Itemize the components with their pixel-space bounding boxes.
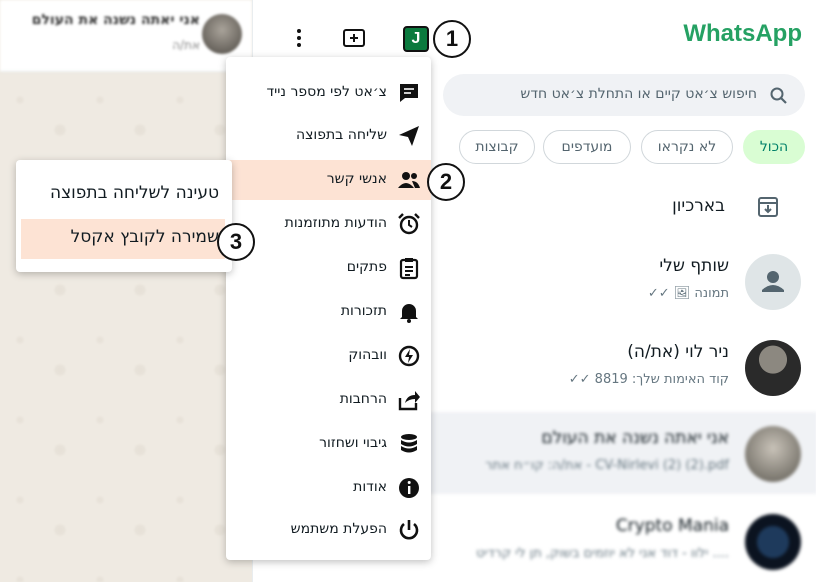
info-icon <box>399 478 419 498</box>
search-bar[interactable]: חיפוש צ׳אט קיים או התחלת צ׳אט חדש <box>443 74 805 116</box>
menu-item-label: צ׳אט לפי מספר נייד <box>266 84 388 100</box>
contacts-submenu: טעינה לשליחה בתפוצה שמירה לקובץ אקסל <box>16 160 232 272</box>
menu-item-label: הפעלת משתמש <box>290 521 387 537</box>
filter-chip-favorites[interactable]: מועדפים <box>543 130 631 164</box>
submenu-item-load-broadcast[interactable]: טעינה לשליחה בתפוצה <box>21 175 225 215</box>
message-icon <box>400 84 418 102</box>
menu-item-reminders[interactable]: תזכורות <box>226 292 431 332</box>
menu-item-broadcast[interactable]: שליחה בתפוצה <box>226 116 431 156</box>
avatar <box>745 514 801 570</box>
menu-item-label: תזכורות <box>340 303 387 319</box>
chat-wallpaper <box>0 0 252 582</box>
filter-chip-all[interactable]: הכול <box>743 130 805 164</box>
menu-item-label: שליחה בתפוצה <box>295 127 387 143</box>
chat-title: שותף שלי <box>659 256 729 276</box>
chat-title: Crypto Mania <box>615 516 729 536</box>
contacts-icon <box>398 172 420 188</box>
step-marker-3: 3 <box>217 223 255 261</box>
menu-item-scheduled-messages[interactable]: הודעות מתוזמנות <box>226 204 431 244</box>
database-icon <box>401 434 417 453</box>
menu-item-notes[interactable]: פתקים <box>226 248 431 288</box>
archived-row[interactable]: בארכיון <box>445 186 816 230</box>
menu-item-label: אודות <box>353 479 387 495</box>
default-person-icon <box>762 271 784 292</box>
menu-item-label: אנשי קשר <box>326 171 387 187</box>
extension-logo-icon[interactable]: J <box>403 26 429 52</box>
search-placeholder: חיפוש צ׳אט קיים או התחלת צ׳אט חדש <box>520 86 757 102</box>
archived-label: בארכיון <box>672 196 725 216</box>
power-icon <box>399 520 419 540</box>
bell-icon <box>400 304 418 323</box>
app-title: WhatsApp <box>683 20 802 47</box>
menu-item-label: וובהוק <box>348 347 387 363</box>
alarm-clock-icon <box>398 213 420 235</box>
conversation-subtitle: את/ה <box>172 38 200 52</box>
submenu-item-save-excel[interactable]: שמירה לקובץ אקסל <box>21 219 225 259</box>
conversation-header[interactable]: אני יאתה נשנה את העולם את/ה <box>0 0 252 72</box>
menu-item-extensions[interactable]: הרחבות <box>226 380 431 420</box>
menu-item-about[interactable]: אודות <box>226 468 431 508</box>
submenu-item-label: טעינה לשליחה בתפוצה <box>49 183 219 203</box>
archive-icon <box>758 197 778 217</box>
menu-item-webhook[interactable]: וובהוק <box>226 336 431 376</box>
step-marker-1: 1 <box>433 20 471 58</box>
kebab-menu-icon[interactable] <box>287 26 311 50</box>
share-icon <box>398 391 420 411</box>
menu-item-chat-by-number[interactable]: צ׳אט לפי מספר נייד <box>226 73 431 113</box>
webhook-icon <box>398 345 420 367</box>
chat-preview: את/ה: קו״ח אתר - CV-Nirlevi (2) (2).pdf <box>485 458 729 473</box>
clipboard-icon <box>399 258 419 280</box>
search-icon <box>770 87 787 104</box>
chat-preview: ילוו - דוד אני לא יוזמים בשוק, תן לי קרד… <box>476 546 729 561</box>
conversation-panel: אני יאתה נשנה את העולם את/ה <box>0 0 252 582</box>
new-chat-icon[interactable] <box>341 26 367 50</box>
avatar <box>745 340 801 396</box>
filter-chip-groups[interactable]: קבוצות <box>459 130 535 164</box>
conversation-avatar[interactable] <box>202 14 242 54</box>
menu-item-contacts[interactable]: אנשי קשר <box>226 160 431 200</box>
chat-preview: ✓✓ 🖼 תמונה <box>647 286 729 301</box>
step-marker-2: 2 <box>427 163 465 201</box>
conversation-title: אני יאתה נשנה את העולם <box>31 12 200 28</box>
menu-item-backup-restore[interactable]: גיבוי ושחזור <box>226 424 431 464</box>
menu-item-label: גיבוי ושחזור <box>319 435 387 451</box>
submenu-item-label: שמירה לקובץ אקסל <box>70 227 219 247</box>
chat-title: ניר לוי (את/ה) <box>627 342 729 362</box>
menu-item-label: הרחבות <box>339 391 387 407</box>
chat-title: אני יאתה נשנה את העולם <box>541 428 729 448</box>
menu-item-label: הודעות מתוזמנות <box>284 215 387 231</box>
menu-item-activate-user[interactable]: הפעלת משתמש <box>226 510 431 550</box>
filter-chip-unread[interactable]: לא נקראו <box>641 130 733 164</box>
menu-item-label: פתקים <box>346 259 387 275</box>
avatar <box>745 254 801 310</box>
avatar <box>745 426 801 482</box>
chat-preview: ✓✓ קוד האימות שלך: 8819 <box>568 372 729 387</box>
send-icon <box>399 126 419 146</box>
main-dropdown-menu: צ׳אט לפי מספר נייד שליחה בתפוצה אנשי קשר… <box>226 57 431 560</box>
